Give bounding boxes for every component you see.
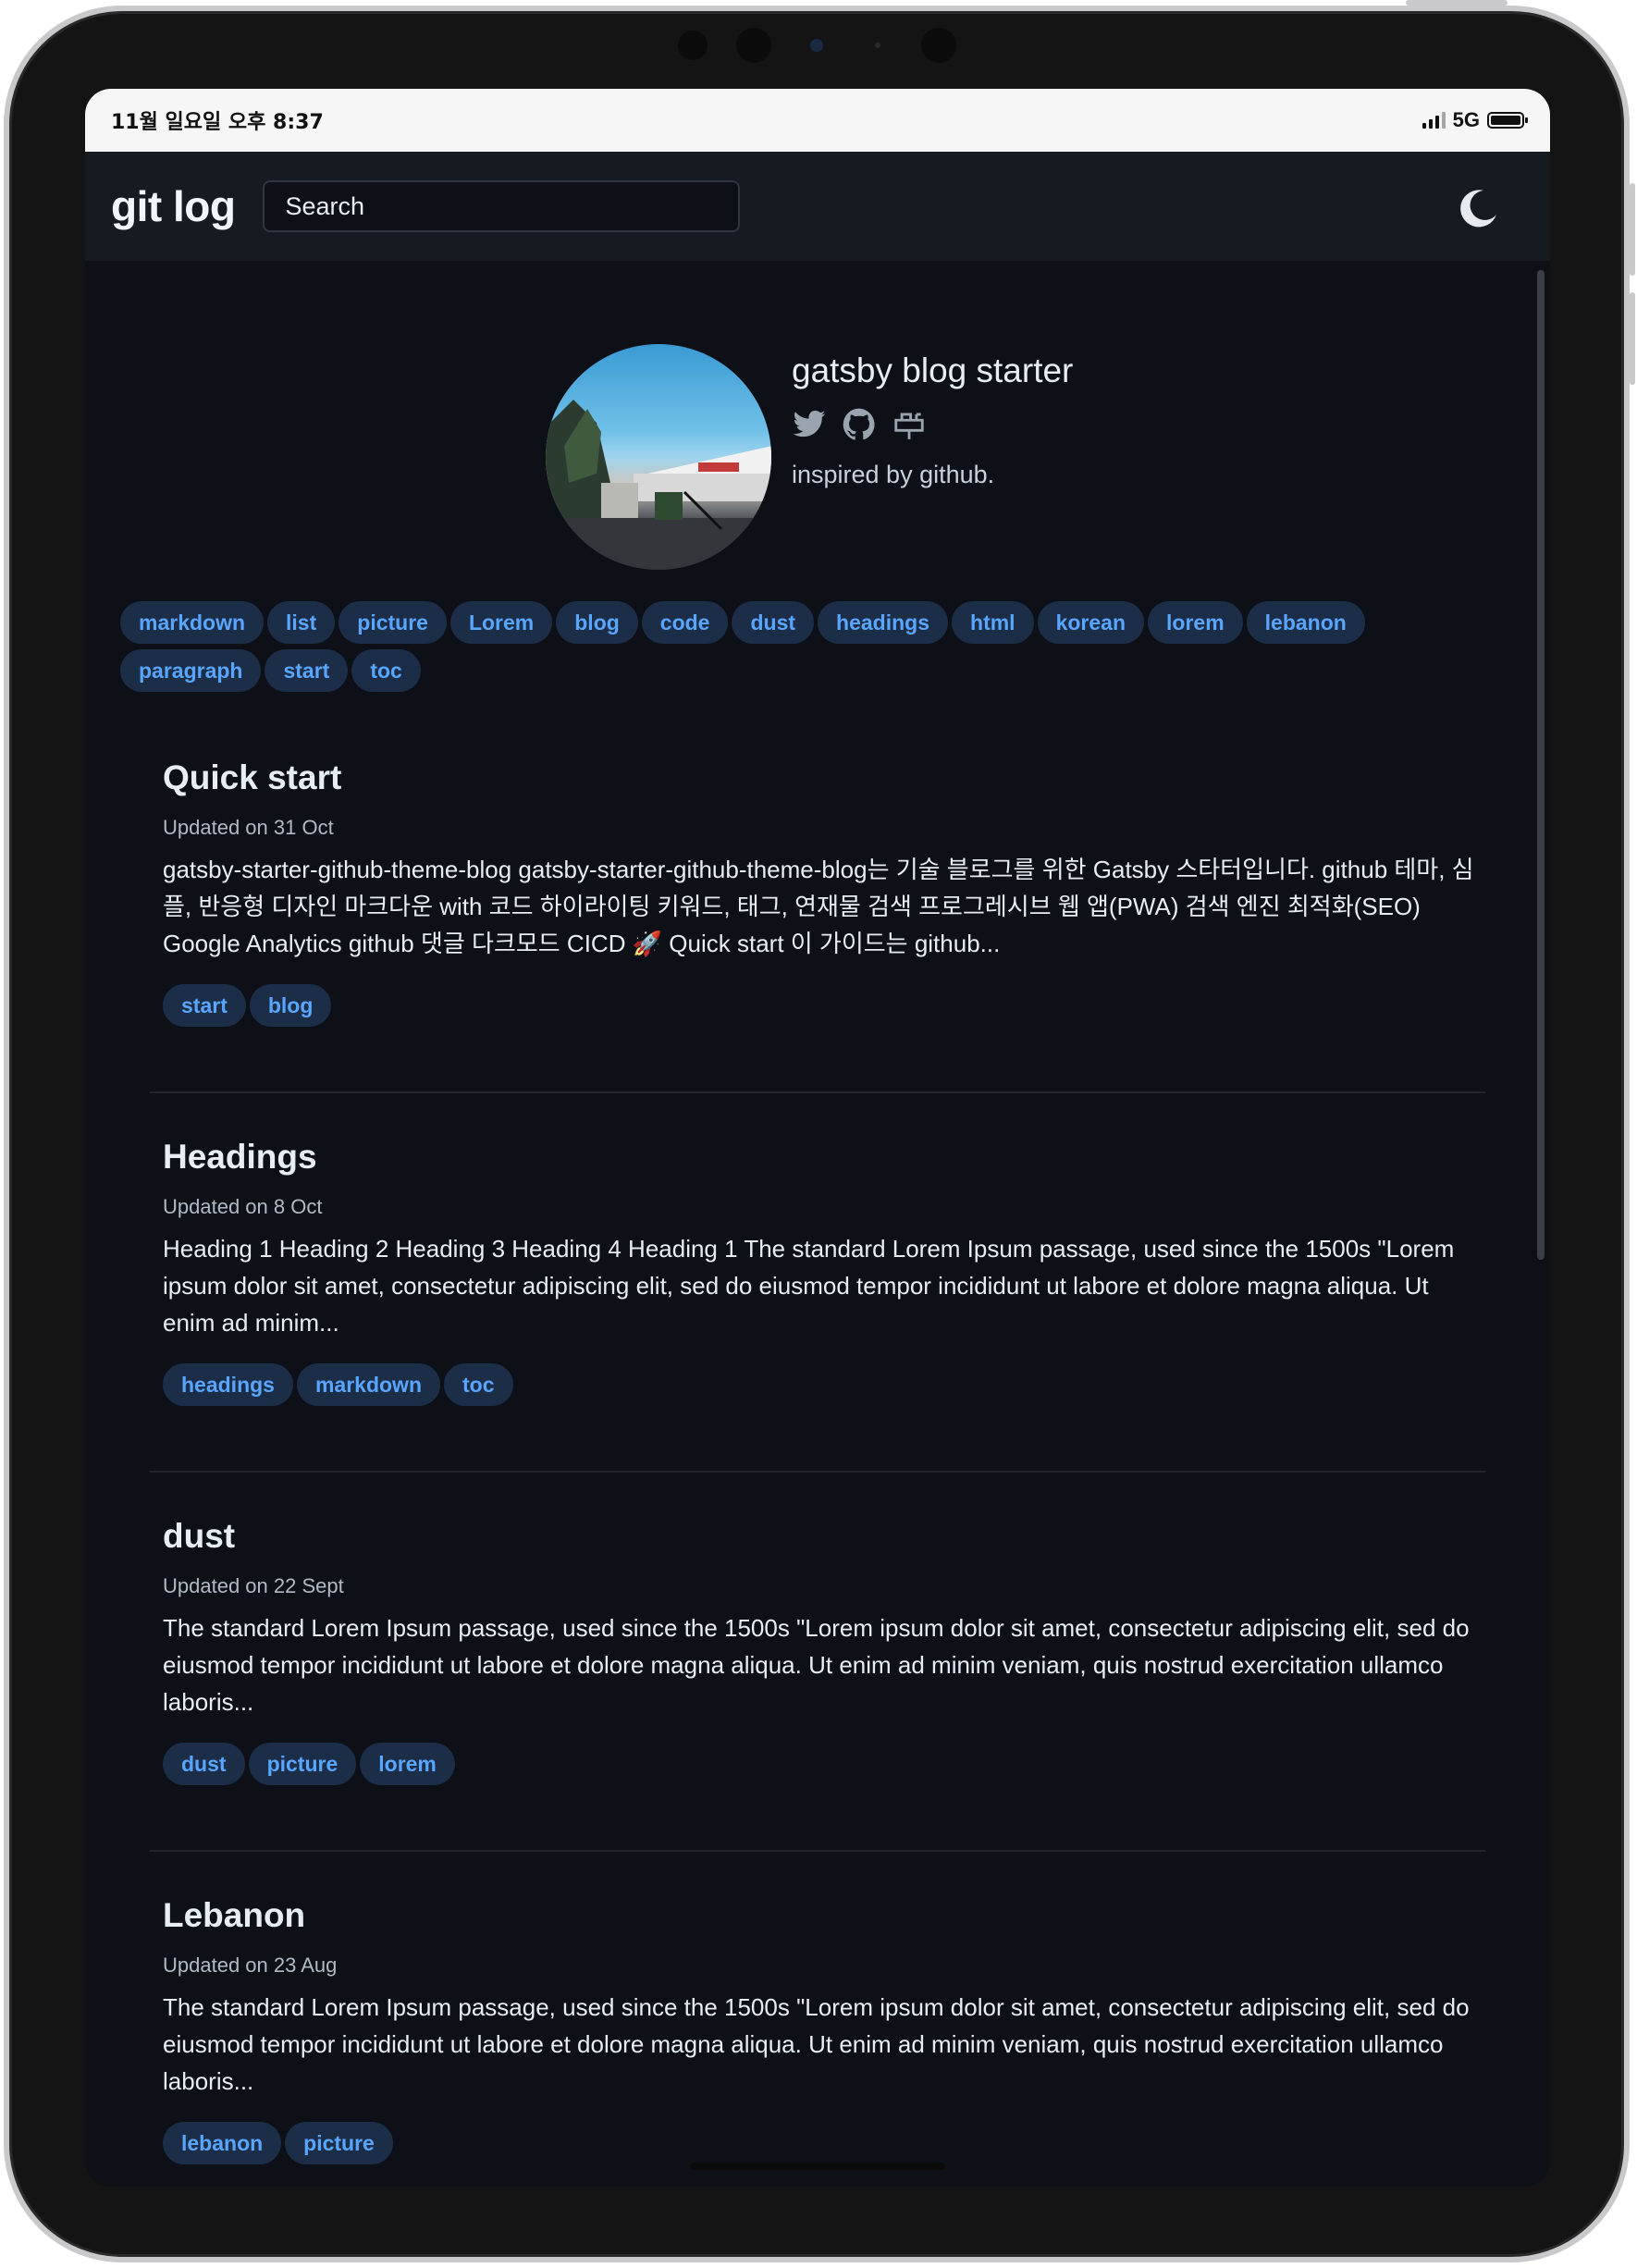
tag-paragraph[interactable]: paragraph (120, 649, 262, 692)
tag-dust[interactable]: dust (732, 601, 815, 644)
profile-name: gatsby blog starter (792, 351, 1074, 389)
post-excerpt: gatsby-starter-github-theme-blog gatsby-… (163, 856, 1474, 957)
post-tag[interactable]: picture (285, 2122, 393, 2164)
sensor-left (678, 31, 708, 60)
post-tag[interactable]: headings (163, 1363, 293, 1406)
divider (150, 1091, 1485, 1093)
tag-blog[interactable]: blog (556, 601, 638, 644)
tag-markdown[interactable]: markdown (120, 601, 265, 644)
avatar (546, 344, 771, 570)
scrollbar[interactable] (1537, 270, 1545, 1260)
profile-info: gatsby blog starter inspired by github. (792, 344, 1073, 570)
post-tags: headings markdown toc (163, 1363, 1495, 1406)
post-date: Updated on 23 Aug (163, 1954, 338, 1977)
moon-icon[interactable] (1456, 187, 1498, 229)
post-title[interactable]: Lebanon (163, 1896, 1495, 1935)
battery-icon (1487, 112, 1528, 129)
post-date: Updated on 22 Sept (163, 1574, 344, 1597)
post-tag[interactable]: lebanon (163, 2122, 282, 2164)
home-indicator[interactable] (690, 2163, 945, 2170)
signal-icon (1422, 112, 1446, 129)
post-tags: dust picture lorem (163, 1743, 1495, 1785)
tag-picture[interactable]: picture (338, 601, 447, 644)
tag-headings[interactable]: headings (818, 601, 949, 644)
divider (150, 1850, 1485, 1852)
post-card: Quick start Updated on 31 Oct gatsby-sta… (163, 758, 1495, 1027)
status-bar: 11월 일요일 오후 8:37 5G (85, 89, 1550, 152)
post-tag[interactable]: markdown (296, 1363, 440, 1406)
post-tag[interactable]: picture (248, 1743, 357, 1785)
tag-lorem[interactable]: lorem (1148, 601, 1243, 644)
network-label: 5G (1452, 108, 1480, 131)
volume-up-button (1630, 183, 1635, 276)
tag-korean[interactable]: korean (1037, 601, 1145, 644)
post-card: dust Updated on 22 Sept The standard Lor… (163, 1517, 1495, 1785)
github-icon[interactable] (842, 407, 877, 442)
tag-list[interactable]: list (267, 601, 336, 644)
side-button-top (1406, 0, 1508, 6)
site-logo[interactable]: git log (111, 181, 236, 231)
post-date: Updated on 8 Oct (163, 1195, 323, 1218)
post-tags: start blog (163, 984, 1495, 1027)
post-tag[interactable]: dust (163, 1743, 245, 1785)
post-tags: lebanon picture (163, 2122, 1495, 2164)
post-title[interactable]: dust (163, 1517, 1495, 1556)
twitter-icon[interactable] (792, 407, 827, 442)
post-tag[interactable]: lorem (360, 1743, 455, 1785)
mailbox-icon[interactable] (892, 407, 927, 442)
tag-Lorem[interactable]: Lorem (449, 601, 553, 644)
post-title[interactable]: Headings (163, 1138, 1495, 1177)
site-header: git log (85, 152, 1550, 261)
sensor-right (921, 28, 956, 63)
status-time: 11월 일요일 오후 8:37 (111, 111, 324, 134)
post-tag[interactable]: blog (249, 984, 332, 1027)
profile-bio: inspired by github. (792, 461, 995, 488)
post-date: Updated on 31 Oct (163, 816, 334, 839)
post-excerpt: The standard Lorem Ipsum passage, used s… (163, 1993, 1470, 2095)
sensor-dot (875, 43, 880, 48)
social-links (792, 407, 1073, 442)
tag-toc[interactable]: toc (351, 649, 421, 692)
post-card: Lebanon Updated on 23 Aug The standard L… (163, 1896, 1495, 2164)
search-input[interactable] (263, 180, 741, 232)
status-indicators: 5G (1422, 108, 1528, 132)
tag-lebanon[interactable]: lebanon (1246, 601, 1365, 644)
divider (150, 1471, 1485, 1473)
post-tag[interactable]: start (163, 984, 246, 1027)
sensor-mid (736, 28, 771, 63)
tag-code[interactable]: code (641, 601, 729, 644)
profile-card: gatsby blog starter inspired by github. (546, 344, 1073, 570)
post-title[interactable]: Quick start (163, 758, 1495, 797)
tag-html[interactable]: html (952, 601, 1034, 644)
post-card: Headings Updated on 8 Oct Heading 1 Head… (163, 1138, 1495, 1406)
post-excerpt: The standard Lorem Ipsum passage, used s… (163, 1614, 1470, 1716)
front-camera (810, 39, 823, 52)
tag-start[interactable]: start (265, 649, 349, 692)
volume-down-button (1630, 292, 1635, 385)
tag-cloud: markdown list picture Lorem blog code dust head… (120, 601, 1508, 697)
post-tag[interactable]: toc (444, 1363, 513, 1406)
screen: 11월 일요일 오후 8:37 5G git log Search gatsby… (85, 89, 1550, 2187)
post-excerpt: Heading 1 Heading 2 Heading 3 Heading 4 … (163, 1235, 1455, 1337)
